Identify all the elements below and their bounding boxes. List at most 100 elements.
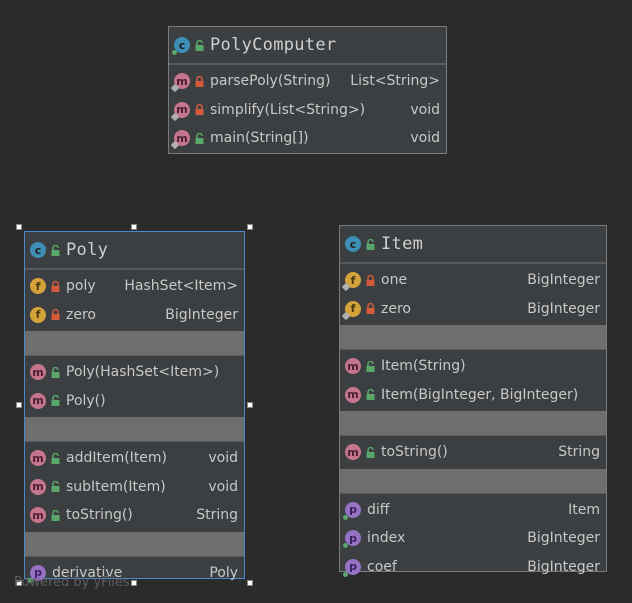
- member-type: Poly: [209, 564, 238, 581]
- member-name: Poly(): [66, 392, 106, 409]
- public-lock-icon: [365, 446, 375, 458]
- member-name: toString(): [381, 444, 448, 461]
- member-type: void: [410, 130, 440, 147]
- empty-section-divider: [340, 411, 606, 435]
- member-type: BigInteger: [527, 558, 600, 575]
- constructors-section: m Item(String) m Item(BigInteger, BigInt…: [340, 349, 606, 411]
- method-icon: m: [345, 386, 361, 403]
- public-lock-icon: [50, 395, 60, 407]
- method-icon: m: [30, 478, 46, 495]
- member-row[interactable]: m Item(String): [340, 352, 606, 381]
- member-name: Item(String): [381, 358, 466, 375]
- member-row[interactable]: p index BigInteger: [340, 524, 606, 553]
- empty-section-divider: [340, 325, 606, 349]
- member-name: poly: [66, 278, 96, 295]
- member-row[interactable]: m Item(BigInteger, BigInteger): [340, 381, 606, 410]
- member-type: void: [208, 450, 238, 467]
- field-icon: f: [30, 278, 46, 295]
- method-icon: m: [30, 364, 46, 381]
- methods-section: m parsePoly(String) List<String> m simpl…: [169, 64, 446, 155]
- member-type: BigInteger: [527, 300, 600, 317]
- class-box-poly[interactable]: c Poly f poly HashSet<Item> f zero BigIn…: [24, 231, 245, 583]
- member-row[interactable]: m toString() String: [340, 438, 606, 467]
- member-row[interactable]: f poly HashSet<Item>: [25, 272, 244, 301]
- member-row[interactable]: p coef BigInteger: [340, 553, 606, 582]
- method-icon: m: [170, 130, 190, 150]
- member-type: void: [208, 478, 238, 495]
- member-type: void: [410, 101, 440, 118]
- resize-handle-middle-left[interactable]: [16, 402, 22, 408]
- member-row[interactable]: m Poly(HashSet<Item>): [25, 358, 244, 387]
- method-icon: m: [30, 392, 46, 409]
- member-name: one: [381, 272, 408, 289]
- member-name: coef: [367, 558, 397, 575]
- empty-section-divider: [25, 331, 244, 355]
- class-header: c Poly: [25, 232, 244, 269]
- private-lock-icon: [50, 309, 60, 321]
- properties-section: p diff Item p index BigInteger p coef Bi…: [340, 492, 606, 584]
- public-lock-icon: [194, 132, 204, 144]
- member-type: BigInteger: [527, 530, 600, 547]
- class-header: c Item: [340, 226, 606, 263]
- member-name: toString(): [66, 507, 133, 524]
- fields-section: f poly HashSet<Item> f zero BigInteger: [25, 269, 244, 331]
- member-row[interactable]: m parsePoly(String) List<String>: [169, 67, 446, 96]
- member-name: parsePoly(String): [210, 73, 331, 90]
- class-box-item[interactable]: c Item f one BigInteger f zero BigIntege…: [339, 225, 607, 577]
- member-row[interactable]: f one BigInteger: [340, 266, 606, 295]
- constructors-section: m Poly(HashSet<Item>) m Poly(): [25, 355, 244, 417]
- property-icon: p: [343, 558, 361, 577]
- public-lock-icon: [50, 481, 60, 493]
- property-icon: p: [343, 501, 361, 520]
- class-icon: c: [30, 242, 46, 258]
- public-lock-icon: [50, 366, 60, 378]
- resize-handle-bottom-right[interactable]: [247, 580, 253, 586]
- public-lock-icon: [365, 238, 375, 250]
- field-icon: f: [341, 272, 361, 292]
- member-type: Item: [568, 501, 600, 518]
- member-row[interactable]: m Poly(): [25, 387, 244, 416]
- member-name: Poly(HashSet<Item>): [66, 364, 220, 381]
- member-row[interactable]: m main(String[]) void: [169, 124, 446, 153]
- member-row[interactable]: f zero BigInteger: [25, 301, 244, 330]
- member-row[interactable]: m addItem(Item) void: [25, 444, 244, 473]
- fields-section: f one BigInteger f zero BigInteger: [340, 263, 606, 325]
- class-header: c PolyComputer: [169, 27, 446, 64]
- class-icon: c: [172, 37, 190, 55]
- member-name: zero: [381, 300, 411, 317]
- resize-handle-top-left[interactable]: [16, 224, 22, 230]
- public-lock-icon: [50, 509, 60, 521]
- class-box-polycomputer[interactable]: c PolyComputer m parsePoly(String) List<…: [168, 26, 447, 154]
- member-name: main(String[]): [210, 130, 309, 147]
- field-icon: f: [30, 306, 46, 323]
- private-lock-icon: [50, 280, 60, 292]
- resize-handle-bottom-middle[interactable]: [131, 580, 137, 586]
- member-row[interactable]: f zero BigInteger: [340, 295, 606, 324]
- property-icon: p: [343, 530, 361, 549]
- class-name: Poly: [66, 240, 109, 260]
- private-lock-icon: [365, 303, 375, 315]
- member-name: index: [367, 530, 406, 547]
- resize-handle-middle-right[interactable]: [247, 402, 253, 408]
- member-name: diff: [367, 501, 390, 518]
- member-row[interactable]: m subItem(Item) void: [25, 473, 244, 502]
- member-row[interactable]: m simplify(List<String>) void: [169, 96, 446, 125]
- class-icon: c: [345, 236, 361, 252]
- member-name: addItem(Item): [66, 450, 168, 467]
- member-type: HashSet<Item>: [124, 278, 238, 295]
- public-lock-icon: [365, 360, 375, 372]
- private-lock-icon: [365, 274, 375, 286]
- public-lock-icon: [194, 39, 204, 51]
- method-icon: m: [30, 507, 46, 524]
- method-icon: m: [345, 444, 361, 461]
- public-lock-icon: [50, 244, 60, 256]
- field-icon: f: [341, 300, 361, 320]
- member-row[interactable]: m toString() String: [25, 501, 244, 530]
- member-type: BigInteger: [165, 306, 238, 323]
- methods-section: m addItem(Item) void m subItem(Item) voi…: [25, 441, 244, 532]
- empty-section-divider: [340, 468, 606, 493]
- class-name: PolyComputer: [210, 35, 337, 55]
- resize-handle-top-right[interactable]: [247, 224, 253, 230]
- resize-handle-top-middle[interactable]: [131, 224, 137, 230]
- member-row[interactable]: p diff Item: [340, 496, 606, 525]
